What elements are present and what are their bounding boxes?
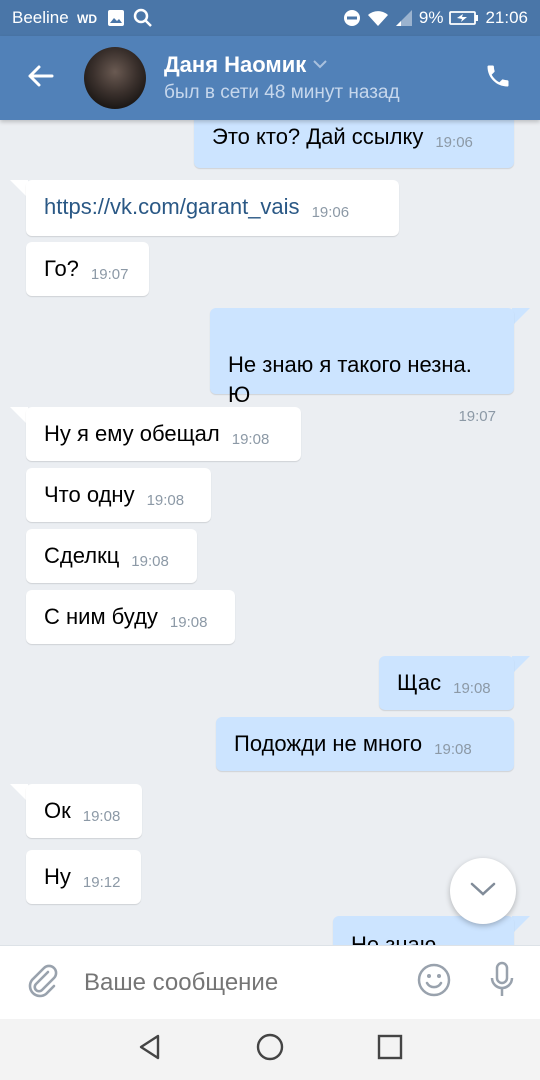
message-text: С ним буду (44, 604, 158, 629)
message-text: Щас (397, 670, 442, 695)
search-icon (133, 8, 153, 28)
triangle-back-icon (136, 1033, 164, 1066)
nav-home-button[interactable] (240, 1019, 300, 1080)
message-bubble-outgoing[interactable]: Не знаю я такого незна. Ю 19:07 (210, 308, 514, 425)
carrier-label: Beeline (12, 8, 69, 27)
system-navigation-bar (0, 1019, 540, 1080)
back-button[interactable] (0, 36, 80, 120)
wifi-icon (367, 9, 389, 27)
microphone-icon (488, 961, 516, 1004)
message-text: Ок (44, 798, 71, 823)
bubble-tail (512, 656, 530, 674)
message-text: Что одну (44, 482, 135, 507)
message-time: 19:06 (435, 134, 473, 151)
message-time: 19:08 (82, 808, 121, 825)
message-bubble-incoming[interactable]: Го? 19:07 (26, 242, 149, 296)
svg-text:WD: WD (77, 12, 97, 25)
message-bubble-outgoing[interactable]: Щас 19:08 (379, 656, 514, 710)
message-text: Подожди не много (234, 731, 423, 756)
battery-icon (449, 10, 479, 26)
message-time: 19:08 (453, 680, 491, 697)
message-bubble-incoming[interactable]: Сделкц 19:08 (26, 529, 197, 583)
contact-name: Даня Наомик (164, 52, 307, 77)
message-list[interactable]: Это кто? Дай ссылку 19:06 https://vk.com/… (0, 120, 540, 945)
battery-percent: 9% (418, 8, 444, 27)
message-time: 19:08 (231, 431, 270, 448)
nav-back-button[interactable] (120, 1019, 180, 1080)
signal-icon (395, 9, 413, 27)
wd-icon: WD (77, 11, 99, 25)
message-link[interactable]: https://vk.com/garant_vais (44, 194, 300, 219)
avatar[interactable] (84, 47, 146, 109)
message-time: 19:08 (434, 741, 472, 758)
message-input[interactable] (84, 968, 404, 997)
message-time: 19:07 (90, 266, 129, 283)
phone-icon (484, 62, 512, 95)
clock: 21:06 (485, 8, 528, 27)
message-time: 19:12 (82, 874, 121, 891)
message-bubble-outgoing[interactable]: Подожди не много 19:08 (216, 717, 514, 771)
smiley-icon (417, 963, 451, 1002)
microphone-button[interactable] (464, 946, 540, 1020)
arrow-left-icon (26, 64, 54, 93)
message-text: Не знаю (351, 932, 437, 945)
message-text: Го? (44, 256, 79, 281)
message-time: 19:08 (131, 553, 169, 570)
attach-button[interactable] (0, 946, 84, 1020)
message-time: 19:08 (146, 492, 185, 509)
chevron-down-icon (470, 881, 496, 902)
message-bubble-incoming[interactable]: С ним буду 19:08 (26, 590, 235, 644)
bubble-tail (512, 916, 530, 934)
scroll-down-button[interactable] (450, 858, 516, 924)
circle-home-icon (255, 1032, 285, 1067)
image-icon (107, 9, 125, 27)
last-seen-status: был в сети 48 минут назад (164, 82, 400, 103)
message-text: Ну я ему обещал (44, 421, 220, 446)
message-bubble-outgoing[interactable]: Это кто? Дай ссылку 19:06 (194, 120, 514, 168)
dnd-icon (343, 9, 361, 27)
message-bubble-incoming[interactable]: https://vk.com/garant_vais 19:06 (26, 180, 399, 236)
message-bubble-incoming[interactable]: Ок 19:08 (26, 784, 142, 838)
message-text: Это кто? Дай ссылку (212, 124, 424, 149)
square-recent-icon (376, 1033, 404, 1066)
bubble-tail (512, 308, 530, 326)
nav-recent-button[interactable] (360, 1019, 420, 1080)
status-bar: Beeline WD 9% 21:06 (0, 0, 540, 36)
emoji-button[interactable] (404, 946, 464, 1020)
message-text: Не знаю я такого незна. Ю (228, 352, 472, 407)
message-bubble-incoming[interactable]: Ну 19:12 (26, 850, 141, 904)
paperclip-icon (26, 962, 58, 1003)
message-bubble-incoming[interactable]: Ну я ему обещал 19:08 (26, 407, 301, 461)
message-time: 19:06 (311, 204, 350, 221)
message-bubble-incoming[interactable]: Что одну 19:08 (26, 468, 211, 522)
message-text: Сделкц (44, 543, 120, 568)
message-composer (0, 945, 540, 1019)
chevron-down-icon (312, 56, 328, 74)
message-time: 19:08 (169, 614, 208, 631)
call-button[interactable] (466, 36, 530, 120)
chat-header: Даня Наомик был в сети 48 минут назад (0, 36, 540, 120)
message-text: Ну (44, 864, 71, 889)
contact-info[interactable]: Даня Наомик был в сети 48 минут назад (164, 52, 400, 104)
